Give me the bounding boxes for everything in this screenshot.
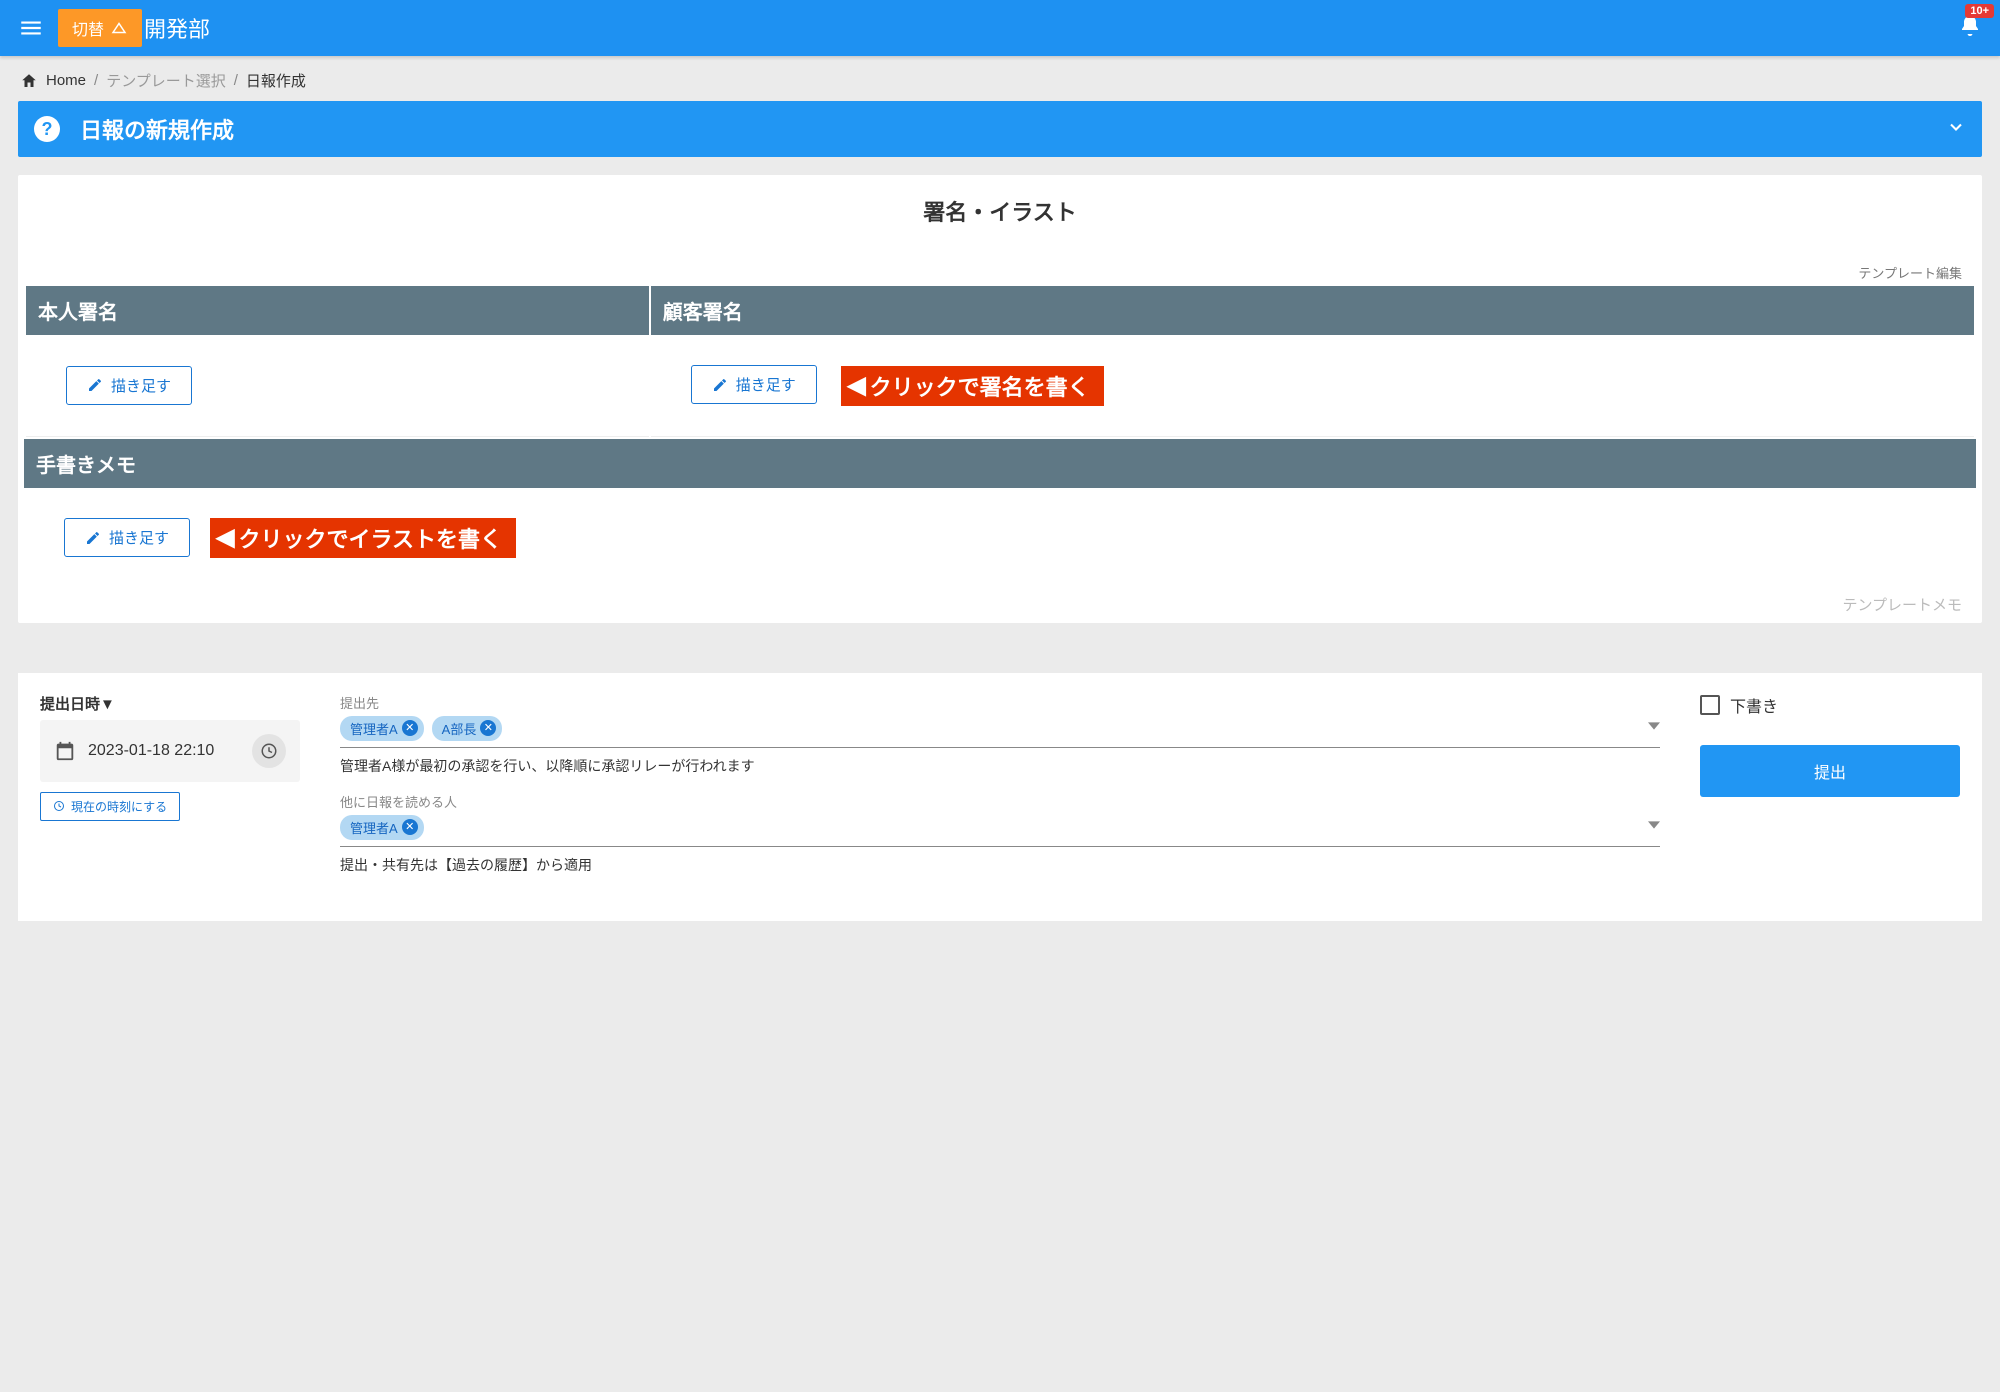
self-sign-header: 本人署名 <box>26 286 649 335</box>
breadcrumb-separator: / <box>234 72 238 89</box>
template-memo-link[interactable]: テンプレートメモ <box>24 588 1976 617</box>
chevron-down-icon <box>1946 117 1966 137</box>
submit-button[interactable]: 提出 <box>1700 745 1960 797</box>
memo-cell: 描き足す ◀ クリックでイラストを書く <box>24 488 1976 588</box>
date-picker[interactable]: 2023-01-18 22:10 <box>40 720 300 782</box>
breadcrumb-separator: / <box>94 72 98 89</box>
callout-sign: ◀ クリックで署名を書く <box>841 366 1103 406</box>
set-now-button[interactable]: 現在の時刻にする <box>40 792 180 821</box>
home-icon <box>20 72 38 90</box>
pencil-icon <box>712 377 728 393</box>
card-title: 署名・イラスト <box>24 195 1976 227</box>
dest-chip: 管理者A ✕ <box>340 716 424 741</box>
customer-sign-cell: 描き足す ◀ クリックで署名を書く <box>651 335 1974 437</box>
arrow-left-icon: ◀ <box>847 374 865 398</box>
notifications-button[interactable]: 10+ <box>1958 14 1982 43</box>
collapse-toggle[interactable] <box>1946 117 1966 142</box>
submit-panel: 提出日時▼ 2023-01-18 22:10 現在の時刻にする 提出先 管理者A… <box>18 673 1982 921</box>
draft-checkbox-row: 下書き <box>1700 693 1960 717</box>
pencil-icon <box>85 530 101 546</box>
dropdown-icon[interactable] <box>1648 818 1660 836</box>
signature-table: 本人署名 顧客署名 描き足す 描き足す ◀ クリックで署名を書く <box>24 286 1976 437</box>
triangle-up-icon <box>110 19 128 37</box>
signature-card: 署名・イラスト テンプレート編集 本人署名 顧客署名 描き足す 描き足す ◀ <box>18 175 1982 623</box>
date-value: 2023-01-18 22:10 <box>88 742 240 760</box>
breadcrumb-template-select[interactable]: テンプレート選択 <box>106 70 226 91</box>
destination-column: 提出先 管理者A ✕ A部長 ✕ 管理者A様が最初の承認を行い、以降順に承認リレ… <box>340 693 1660 891</box>
page-title-bar: ? 日報の新規作成 <box>18 101 1982 157</box>
callout-illust: ◀ クリックでイラストを書く <box>210 518 516 558</box>
switch-button[interactable]: 切替 <box>58 9 142 47</box>
menu-icon[interactable] <box>18 15 44 41</box>
draft-checkbox[interactable] <box>1700 695 1720 715</box>
submit-column: 下書き 提出 <box>1700 693 1960 891</box>
arrow-left-icon: ◀ <box>216 526 234 550</box>
draft-label: 下書き <box>1730 693 1778 717</box>
memo-header: 手書きメモ <box>24 439 1976 488</box>
share-chip: 管理者A ✕ <box>340 815 424 840</box>
remove-chip-icon[interactable]: ✕ <box>402 720 418 736</box>
dest-label: 提出先 <box>340 693 1660 712</box>
dropdown-icon[interactable] <box>1648 719 1660 737</box>
self-sign-cell: 描き足す <box>26 335 649 437</box>
time-button[interactable] <box>252 734 286 768</box>
remove-chip-icon[interactable]: ✕ <box>402 819 418 835</box>
breadcrumb: Home / テンプレート選択 / 日報作成 <box>0 56 2000 101</box>
remove-chip-icon[interactable]: ✕ <box>480 720 496 736</box>
edit-template-link[interactable]: テンプレート編集 <box>24 263 1976 282</box>
dest-chip: A部長 ✕ <box>432 716 503 741</box>
switch-button-label: 切替 <box>72 16 104 40</box>
pencil-icon <box>87 377 103 393</box>
date-column: 提出日時▼ 2023-01-18 22:10 現在の時刻にする <box>40 693 300 891</box>
breadcrumb-home[interactable]: Home <box>46 72 86 89</box>
dest-select[interactable]: 管理者A ✕ A部長 ✕ <box>340 716 1660 748</box>
calendar-icon <box>54 740 76 762</box>
draw-memo-button[interactable]: 描き足す <box>64 518 190 557</box>
dest-helper: 管理者A様が最初の承認を行い、以降順に承認リレーが行われます <box>340 756 1660 776</box>
help-icon[interactable]: ? <box>34 116 60 142</box>
share-label: 他に日報を読める人 <box>340 792 1660 811</box>
breadcrumb-current: 日報作成 <box>246 70 306 91</box>
notification-badge: 10+ <box>1965 4 1994 18</box>
share-select[interactable]: 管理者A ✕ <box>340 815 1660 847</box>
page-title: 日報の新規作成 <box>80 113 1926 145</box>
clock-icon <box>53 800 65 812</box>
clock-icon <box>260 742 278 760</box>
app-header: 切替 開発部 10+ <box>0 0 2000 56</box>
draw-self-sign-button[interactable]: 描き足す <box>66 366 192 405</box>
share-helper: 提出・共有先は【過去の履歴】から適用 <box>340 855 1660 875</box>
draw-customer-sign-button[interactable]: 描き足す <box>691 365 817 404</box>
department-name: 開発部 <box>144 12 210 44</box>
date-label: 提出日時▼ <box>40 693 300 714</box>
customer-sign-header: 顧客署名 <box>651 286 1974 335</box>
